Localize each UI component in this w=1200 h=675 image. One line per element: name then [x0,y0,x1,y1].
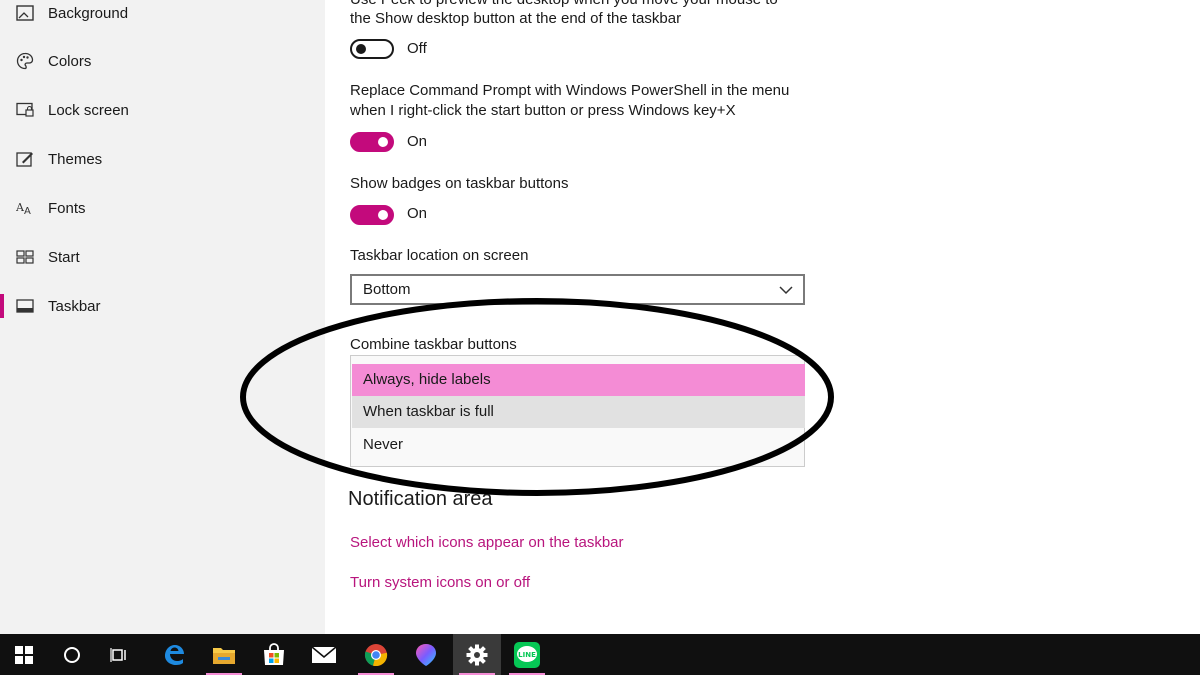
settings-gear-icon [466,644,488,665]
svg-text:A: A [24,206,31,216]
sidebar-item-themes[interactable]: Themes [0,139,325,179]
toggle-knob [378,210,388,220]
sidebar-item-fonts[interactable]: AA Fonts [0,188,325,228]
sidebar-item-label: Background [48,4,129,22]
sidebar-item-start[interactable]: Start [0,237,325,277]
badges-setting-label: Show badges on taskbar buttons [350,175,569,192]
edge-button[interactable] [150,634,198,675]
toggle-knob [356,44,366,54]
peek-toggle-state: Off [407,40,427,57]
dropdown-selected-value: Bottom [363,281,411,298]
taskbar-location-dropdown[interactable]: Bottom [350,274,805,305]
mail-icon [311,645,337,663]
option-label: Never [363,436,404,453]
taskbar-icon [16,297,34,315]
option-never[interactable]: Never [352,429,805,461]
start-grid-icon [16,248,34,266]
powershell-setting-label-line1: Replace Command Prompt with Windows Powe… [350,82,790,99]
themes-brush-icon [16,150,34,168]
location-setting-label: Taskbar location on screen [350,247,529,264]
sidebar-item-label: Start [48,248,80,266]
task-view-icon [110,647,126,662]
windows-taskbar: LINE [0,634,1200,675]
start-button[interactable] [0,634,48,675]
powershell-toggle-state: On [407,133,428,150]
select-icons-link[interactable]: Select which icons appear on the taskbar [350,534,624,551]
cortana-circle-icon [64,646,80,663]
cortana-button[interactable] [48,634,96,675]
powershell-toggle[interactable] [350,132,394,152]
windows-start-icon [15,645,33,664]
peek-setting-label-line2: the Show desktop button at the end of th… [350,10,682,27]
line-app-icon: LINE [514,641,540,668]
option-always-hide-labels[interactable]: Always, hide labels [352,364,805,396]
badges-toggle[interactable] [350,205,394,225]
chevron-down-icon [779,286,793,295]
file-explorer-button[interactable] [200,634,248,675]
file-explorer-icon [213,647,235,664]
sidebar-item-label: Taskbar [48,297,101,315]
palette-icon [16,52,34,70]
line-app-button[interactable]: LINE [503,634,551,675]
peek-toggle[interactable] [350,39,394,59]
notification-area-heading: Notification area [348,488,493,510]
settings-button[interactable] [453,634,501,675]
option-when-taskbar-full[interactable]: When taskbar is full [352,396,805,428]
badges-toggle-state: On [407,205,428,222]
mail-button[interactable] [300,634,348,675]
sidebar-item-lock-screen[interactable]: Lock screen [0,90,325,130]
sidebar-item-label: Colors [48,52,92,70]
task-view-button[interactable] [96,634,144,675]
powershell-setting-label-line2: when I right-click the start button or p… [350,102,736,119]
paint-3d-button[interactable] [402,634,450,675]
image-icon [16,4,34,22]
sidebar-item-label: Themes [48,150,103,168]
sidebar-item-label: Fonts [48,199,86,217]
settings-sidebar: Background Colors Lock screen Themes AA … [0,0,325,634]
paint-3d-icon [416,643,436,666]
lock-screen-icon [16,101,34,119]
option-label: Always, hide labels [363,371,491,388]
svg-text:LINE: LINE [518,651,536,659]
option-label: When taskbar is full [363,403,494,420]
fonts-icon: AA [16,199,34,217]
chrome-icon [364,643,388,666]
sidebar-item-background[interactable]: Background [0,0,325,33]
chrome-button[interactable] [352,634,400,675]
store-icon [264,642,284,665]
store-button[interactable] [250,634,298,675]
active-indicator [0,294,4,318]
sidebar-item-colors[interactable]: Colors [0,41,325,81]
combine-setting-label: Combine taskbar buttons [350,336,517,353]
combine-buttons-dropdown-menu: Always, hide labels When taskbar is full… [350,355,805,467]
sidebar-item-label: Lock screen [48,101,129,119]
sidebar-item-taskbar[interactable]: Taskbar [0,286,325,326]
system-icons-link[interactable]: Turn system icons on or off [350,574,530,591]
edge-icon [165,644,184,665]
toggle-knob [378,137,388,147]
